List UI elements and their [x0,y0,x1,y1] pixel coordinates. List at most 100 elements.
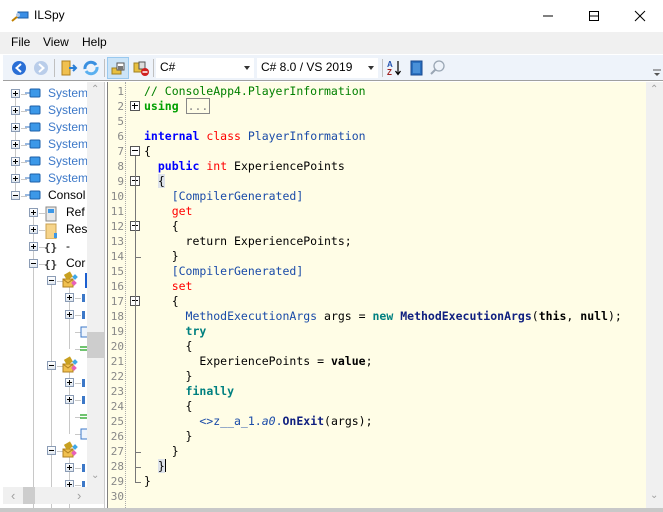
code-line: [CompilerGenerated] [144,189,304,203]
expand-icon[interactable] [11,123,20,132]
search-button[interactable] [427,57,449,79]
text-caret [164,459,166,472]
tree-guide-line [75,315,81,316]
collapse-fold-icon[interactable] [130,146,140,156]
code-line: [CompilerGenerated] [144,264,304,278]
forward-button[interactable] [30,57,52,79]
code-editor[interactable]: 1 2 5 6 7 8 9 10 11 12 13 14 15 16 17 18 19 20 21 22 23 24 25 2… [107,82,663,508]
back-button[interactable] [8,57,30,79]
expand-icon[interactable] [11,106,20,115]
class-icon [61,441,79,462]
code-line: } [144,369,193,383]
scroll-left-icon[interactable]: ‹ [11,488,15,503]
menu-file[interactable]: File [11,35,30,49]
scroll-up-icon[interactable]: ⌃ [91,84,99,95]
menu-view[interactable]: View [43,35,69,49]
tree-node[interactable]: System [3,137,88,154]
expand-icon[interactable] [11,140,20,149]
code-line: ExperiencePoints = value; [144,354,373,368]
tree-node[interactable] [3,271,87,290]
back-arrow-icon [12,61,26,75]
tree-node-label: - [66,239,70,253]
window-title: ILSpy [34,8,65,22]
show-all-members-button[interactable] [130,57,152,79]
title-bar: ILSpy [0,0,663,32]
menu-help[interactable]: Help [82,35,107,49]
tree-node[interactable]: System [3,154,88,171]
folded-region[interactable]: ... [185,98,211,114]
expand-icon[interactable] [29,242,38,251]
collapse-icon[interactable] [29,259,38,268]
svg-text:{}: {} [44,241,57,254]
sort-az-icon: AZ [387,60,401,77]
sort-button[interactable]: AZ [384,57,406,79]
tree-node[interactable]: Consol [3,188,87,205]
tree-node[interactable]: System [3,171,88,188]
member-icon [82,379,85,387]
tree-node[interactable] [3,460,87,477]
close-button[interactable] [617,0,663,32]
maximize-button[interactable] [571,0,617,32]
tree-node[interactable] [3,409,88,426]
scroll-down-icon[interactable]: ⌄ [91,470,99,481]
collapse-icon[interactable] [11,191,20,200]
expand-icon[interactable] [29,225,38,234]
collapse-icon[interactable] [47,276,56,285]
tree-node[interactable] [3,290,87,307]
line-number: 25 [110,415,124,428]
scroll-up-icon[interactable]: ⌃ [650,84,658,95]
tree-node[interactable]: Ref [3,205,87,222]
version-combo-value: C# 8.0 / VS 2019 [261,60,353,74]
code-line: } [157,459,166,473]
show-internal-api-button[interactable] [107,57,129,79]
reload-button[interactable] [80,57,102,79]
tree-node[interactable] [3,441,87,462]
scroll-down-icon[interactable]: ⌄ [650,490,658,501]
tree-node[interactable]: System [3,103,88,120]
tree-guide-line [75,485,81,486]
code-line: } [144,249,179,263]
tree-node[interactable] [3,392,87,409]
tree-node[interactable]: System [3,86,88,103]
language-combo[interactable]: C# [156,58,254,78]
line-number: 5 [117,115,124,128]
collapse-icon[interactable] [47,361,56,370]
tree-node[interactable] [3,324,90,341]
editor-vertical-scrollbar[interactable]: ⌃ ⌄ [646,82,663,508]
manage-assemblies-button[interactable] [405,57,427,79]
code-line: MethodExecutionArgs args = new MethodExe… [185,309,622,323]
tree-node[interactable] [3,307,87,324]
collapse-icon[interactable] [47,446,56,455]
expand-icon[interactable] [65,378,74,387]
scroll-right-icon[interactable]: › [77,488,81,503]
expand-icon[interactable] [29,208,38,217]
tree-node[interactable]: System [3,120,88,137]
bottom-border [0,508,663,512]
tree-vscroll-thumb[interactable] [87,332,104,358]
version-combo[interactable]: C# 8.0 / VS 2019 [257,58,378,78]
expand-icon[interactable] [65,395,74,404]
expand-icon[interactable] [11,174,20,183]
toolbar-overflow-icon[interactable] [653,68,661,77]
line-number: 7 [117,145,124,158]
code-line: public int ExperiencePoints [157,159,345,173]
expand-icon[interactable] [65,463,74,472]
expand-fold-icon[interactable] [130,101,140,111]
expand-icon[interactable] [11,89,20,98]
open-button[interactable] [58,57,80,79]
tree-node-label: Cor [66,256,86,270]
tree-node[interactable] [3,375,87,392]
tree-horizontal-scrollbar[interactable]: ‹ › [3,487,104,504]
minimize-button-area[interactable] [525,0,571,32]
expand-icon[interactable] [65,310,74,319]
line-number: 13 [110,235,124,248]
tree-node[interactable]: Res [3,222,87,240]
tree-vertical-scrollbar[interactable]: ⌃ ⌄ [87,82,104,487]
expand-icon[interactable] [65,293,74,302]
tree-hscroll-thumb[interactable] [23,487,35,504]
tree-guide-line [75,468,81,469]
line-number: 10 [110,190,124,203]
tree-node[interactable]: {} - [3,239,87,256]
expand-icon[interactable] [11,157,20,166]
tree-node[interactable] [3,356,87,375]
